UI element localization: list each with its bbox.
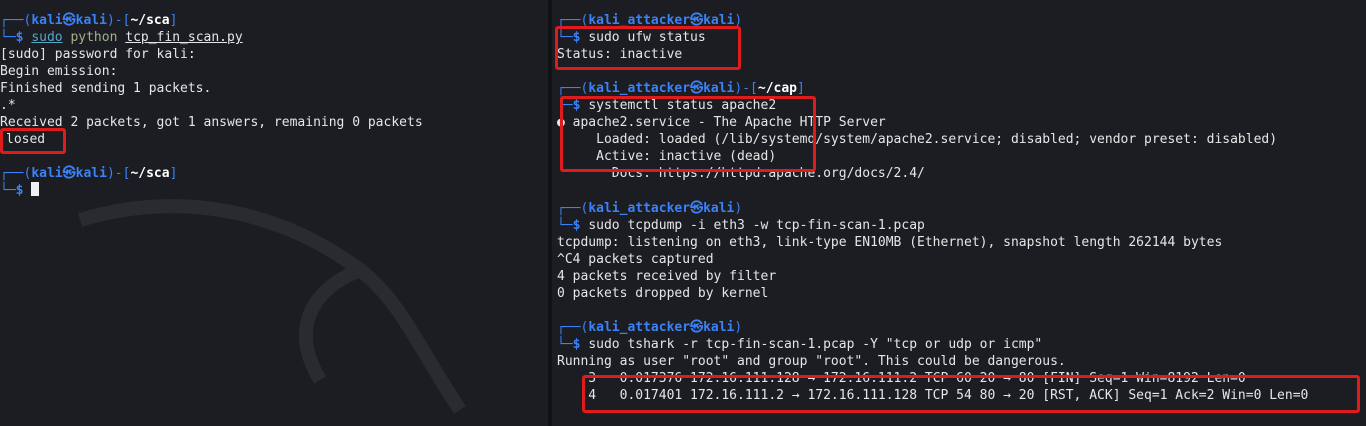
output-line: 4 packets received by filter	[557, 268, 777, 284]
output-line: Begin emission:	[0, 64, 118, 80]
output-line: Running as user "root" and group "root".…	[557, 353, 1066, 369]
output-line: [sudo] password for kali:	[0, 47, 196, 63]
highlight-box	[0, 128, 66, 154]
highlight-box	[560, 96, 816, 172]
output-line: tcpdump: listening on eth3, link-type EN…	[557, 234, 1223, 250]
command-line: └─$ sudo tcpdump -i eth3 -w tcp-fin-scan…	[557, 217, 925, 233]
highlight-box	[555, 26, 741, 70]
left-terminal[interactable]: ┌──(kali㉿kali)-[~/sca] └─$ sudo python t…	[0, 0, 548, 426]
command-line: └─$ sudo python tcp_fin_scan.py	[0, 30, 243, 46]
highlight-box	[582, 375, 1360, 413]
right-terminal[interactable]: ┌──(kali_attacker㉿kali) └─$ sudo ufw sta…	[552, 0, 1366, 426]
input-line[interactable]: └─$	[0, 182, 423, 199]
text-cursor	[31, 182, 40, 197]
output-line: .*	[0, 98, 16, 114]
output-line: ^C4 packets captured	[557, 251, 714, 267]
output-line: 0 packets dropped by kernel	[557, 285, 769, 301]
kali-dragon-watermark-icon	[77, 199, 466, 414]
prompt-line: ┌──(kali_attacker㉿kali)	[557, 200, 743, 216]
command-line: └─$ sudo tshark -r tcp-fin-scan-1.pcap -…	[557, 336, 1043, 352]
prompt-line: ┌──(kali㉿kali)-[~/sca]	[0, 13, 178, 28]
prompt-line: ┌──(kali㉿kali)-[~/sca]	[0, 166, 178, 182]
output-line: Finished sending 1 packets.	[0, 81, 212, 97]
prompt-line: ┌──(kali_attacker㉿kali)-[~/cap]	[557, 81, 805, 97]
prompt-line: ┌──(kali_attacker㉿kali)	[557, 319, 743, 335]
